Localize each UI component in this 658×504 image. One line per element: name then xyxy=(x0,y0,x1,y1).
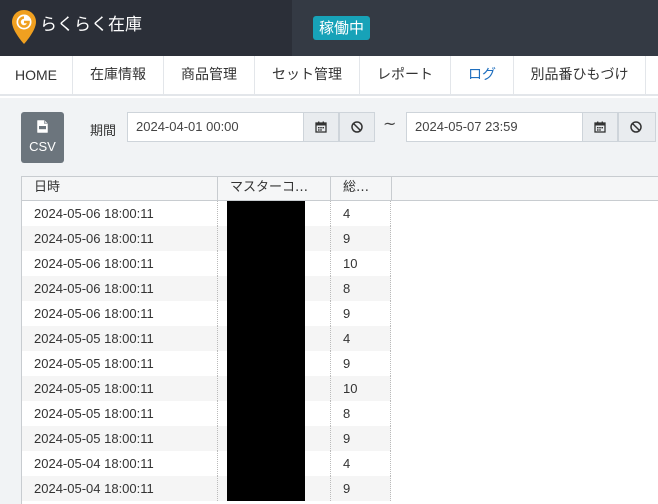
cell-datetime: 2024-05-06 18:00:11 xyxy=(34,256,154,271)
redacted-value xyxy=(227,201,305,226)
cell-datetime: 2024-05-05 18:00:11 xyxy=(34,431,154,446)
cell-datetime: 2024-05-05 18:00:11 xyxy=(34,406,154,421)
column-header-total[interactable]: 総… xyxy=(331,177,392,201)
table-row[interactable]: 2024-05-06 18:00:11 9 xyxy=(22,301,391,326)
column-divider xyxy=(390,326,391,351)
range-separator: ~ xyxy=(383,114,397,133)
cell-total: 10 xyxy=(343,381,358,396)
redacted-value xyxy=(227,251,305,276)
date-to-clear-button[interactable] xyxy=(618,112,656,142)
cell-datetime: 2024-05-06 18:00:11 xyxy=(34,281,154,296)
cell-total: 8 xyxy=(343,406,351,421)
table-header: 日時 マスターコ… 総… xyxy=(22,176,658,201)
cell-datetime: 2024-05-06 18:00:11 xyxy=(34,206,154,221)
column-divider xyxy=(390,251,391,276)
cell-total: 9 xyxy=(343,431,351,446)
table-row[interactable]: 2024-05-06 18:00:11 8 xyxy=(22,276,391,301)
redacted-value xyxy=(227,376,305,401)
table-row[interactable]: 2024-05-06 18:00:11 10 xyxy=(22,251,391,276)
date-to-input[interactable]: 2024-05-07 23:59 xyxy=(406,112,583,142)
column-divider xyxy=(390,201,391,226)
column-divider xyxy=(390,426,391,451)
table-row[interactable]: 2024-05-05 18:00:11 9 xyxy=(22,351,391,376)
status-badge: 稼働中 xyxy=(313,16,371,40)
redacted-value xyxy=(227,401,305,426)
column-divider xyxy=(390,451,391,476)
redacted-value xyxy=(227,301,305,326)
cell-total: 8 xyxy=(343,281,351,296)
cell-total: 4 xyxy=(343,331,351,346)
app-title: らくらく在庫 xyxy=(40,15,142,35)
cell-total: 9 xyxy=(343,231,351,246)
cell-total: 9 xyxy=(343,356,351,371)
top-header: らくらく在庫 稼働中 xyxy=(0,0,658,56)
table-row[interactable]: 2024-05-04 18:00:11 9 xyxy=(22,476,391,501)
date-from-calendar-button[interactable] xyxy=(303,112,339,142)
column-divider xyxy=(390,476,391,501)
main-nav: HOME 在庫情報 商品管理 セット管理 レポート ログ 別品番ひもづけ xyxy=(0,56,658,96)
brand-area[interactable]: らくらく在庫 xyxy=(0,0,292,56)
column-divider xyxy=(390,301,391,326)
clear-icon xyxy=(351,121,363,133)
table-row[interactable]: 2024-05-04 18:00:11 4 xyxy=(22,451,391,476)
csv-export-button[interactable]: CSV xyxy=(21,112,64,163)
column-divider xyxy=(390,226,391,251)
nav-item-products[interactable]: 商品管理 xyxy=(164,56,255,94)
date-from-input[interactable]: 2024-04-01 00:00 xyxy=(127,112,304,142)
cell-total: 4 xyxy=(343,206,351,221)
csv-button-label: CSV xyxy=(29,139,56,154)
column-divider xyxy=(390,351,391,376)
content-area: CSV 期間 2024-04-01 00:00 ~ 2024-05-07 23:… xyxy=(0,98,658,504)
nav-item-home[interactable]: HOME xyxy=(0,56,73,94)
redacted-value xyxy=(227,426,305,451)
table-row[interactable]: 2024-05-06 18:00:11 9 xyxy=(22,226,391,251)
calendar-icon xyxy=(594,121,606,133)
column-header-master-code[interactable]: マスターコ… xyxy=(218,177,331,201)
nav-item-alt-sku[interactable]: 別品番ひもづけ xyxy=(514,56,646,94)
cell-total: 4 xyxy=(343,456,351,471)
cell-datetime: 2024-05-05 18:00:11 xyxy=(34,381,154,396)
nav-item-reports[interactable]: レポート xyxy=(360,56,451,94)
cell-datetime: 2024-05-06 18:00:11 xyxy=(34,231,154,246)
table-row[interactable]: 2024-05-05 18:00:11 8 xyxy=(22,401,391,426)
cell-datetime: 2024-05-04 18:00:11 xyxy=(34,456,154,471)
table-row[interactable]: 2024-05-05 18:00:11 9 xyxy=(22,426,391,451)
cell-total: 10 xyxy=(343,256,358,271)
cell-datetime: 2024-05-04 18:00:11 xyxy=(34,481,154,496)
cell-total: 9 xyxy=(343,306,351,321)
column-divider xyxy=(390,401,391,426)
redacted-value xyxy=(227,226,305,251)
cell-datetime: 2024-05-05 18:00:11 xyxy=(34,331,154,346)
csv-file-icon xyxy=(37,120,48,133)
table-row[interactable]: 2024-05-05 18:00:11 10 xyxy=(22,376,391,401)
table-row[interactable]: 2024-05-06 18:00:11 4 xyxy=(22,201,391,226)
log-table: 日時 マスターコ… 総… 2024-05-06 18:00:11 4 2024-05… xyxy=(21,176,658,504)
redacted-value xyxy=(227,451,305,476)
redacted-value xyxy=(227,351,305,376)
cell-total: 9 xyxy=(343,481,351,496)
cell-datetime: 2024-05-06 18:00:11 xyxy=(34,306,154,321)
cell-datetime: 2024-05-05 18:00:11 xyxy=(34,356,154,371)
date-to-calendar-button[interactable] xyxy=(582,112,618,142)
redacted-value xyxy=(227,326,305,351)
nav-item-inventory[interactable]: 在庫情報 xyxy=(73,56,164,94)
location-pin-logo-icon xyxy=(12,10,36,44)
column-divider xyxy=(390,276,391,301)
table-row[interactable]: 2024-05-05 18:00:11 4 xyxy=(22,326,391,351)
period-label: 期間 xyxy=(90,124,117,139)
nav-item-logs[interactable]: ログ xyxy=(451,56,514,94)
clear-icon xyxy=(630,121,642,133)
nav-item-sets[interactable]: セット管理 xyxy=(255,56,360,94)
column-header-datetime[interactable]: 日時 xyxy=(22,177,218,201)
column-divider xyxy=(390,376,391,401)
date-from-clear-button[interactable] xyxy=(339,112,375,142)
redacted-value xyxy=(227,276,305,301)
redacted-value xyxy=(227,476,305,501)
calendar-icon xyxy=(315,121,327,133)
